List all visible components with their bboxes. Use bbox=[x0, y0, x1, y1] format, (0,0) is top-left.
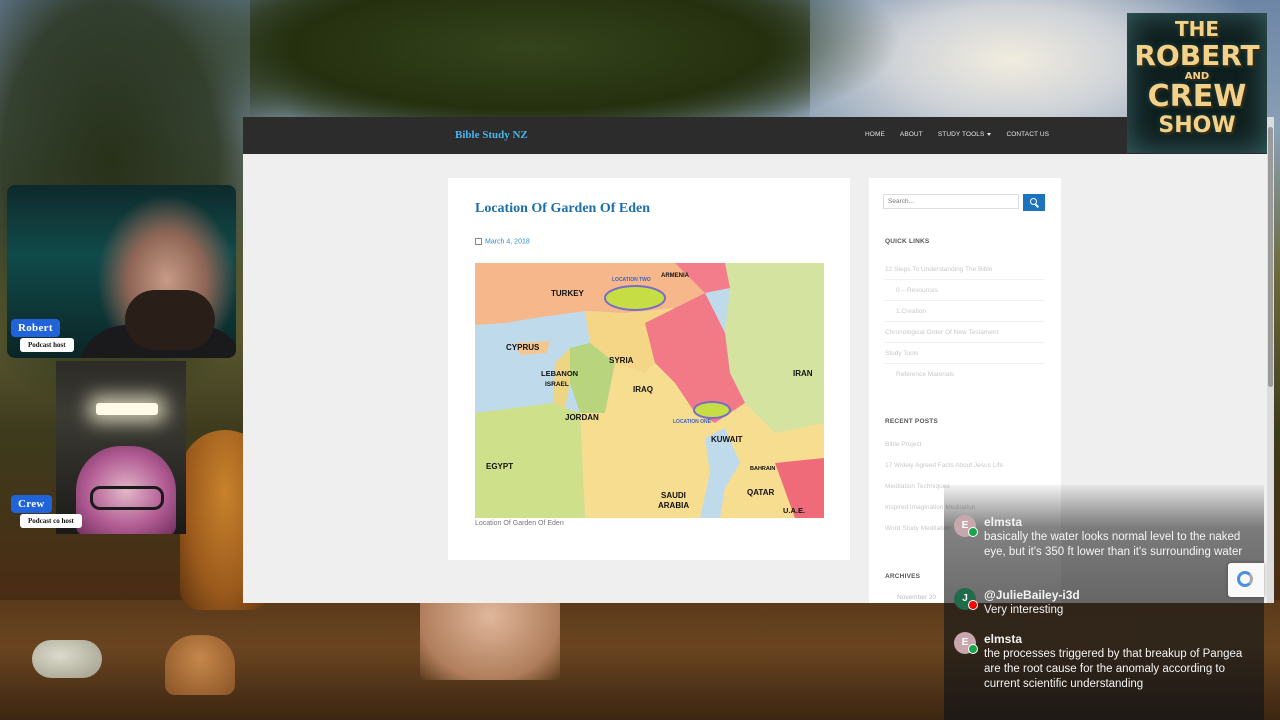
divider bbox=[885, 342, 1045, 343]
map-label-uae: U.A.E. bbox=[783, 506, 806, 515]
cohost-glasses bbox=[90, 486, 164, 510]
show-logo: THE ROBERT AND CREW SHOW bbox=[1127, 13, 1267, 153]
webcam-crew bbox=[56, 361, 186, 534]
recaptcha-badge[interactable] bbox=[1228, 563, 1264, 597]
nav-study-tools-label: STUDY TOOLS bbox=[937, 131, 985, 138]
map-label-bahrain: BAHRAIN bbox=[750, 466, 776, 472]
quick-links-heading: QUICK LINKS bbox=[885, 238, 930, 245]
map-label-location-one: LOCATION ONE bbox=[673, 419, 711, 425]
caret-down-icon bbox=[987, 132, 992, 136]
scrollbar-thumb[interactable] bbox=[1268, 127, 1273, 387]
map-label-syria: SYRIA bbox=[609, 356, 634, 365]
lamb-figure bbox=[32, 640, 102, 678]
recaptcha-icon bbox=[1237, 571, 1253, 587]
map-label-armenia: ARMENIA bbox=[661, 273, 689, 279]
cohost-name-tag: Crew bbox=[11, 495, 52, 513]
divider bbox=[885, 279, 1045, 280]
host-beard bbox=[125, 290, 215, 350]
map-label-lebanon: LEBANON bbox=[541, 369, 579, 378]
cohost-role-tag: Podcast co host bbox=[20, 514, 82, 528]
chat-text: Very interesting bbox=[984, 604, 1064, 616]
map-label-egypt: EGYPT bbox=[486, 462, 514, 471]
map-label-kuwait: KUWAIT bbox=[711, 435, 743, 444]
logo-text-robert: ROBERT bbox=[1134, 39, 1260, 72]
human-figure bbox=[420, 600, 560, 680]
recent-post-link[interactable]: Word Study Meditation bbox=[885, 525, 951, 532]
search-icon-handle bbox=[1034, 204, 1039, 208]
divider bbox=[885, 321, 1045, 322]
post-date[interactable]: March 4, 2018 bbox=[475, 238, 530, 245]
quick-link[interactable]: Chronological Order Of New Testament bbox=[885, 329, 998, 336]
chat-author: elmsta bbox=[984, 515, 1023, 529]
nav-menu: HOME ABOUT STUDY TOOLS CONTACT US bbox=[865, 131, 1049, 138]
chat-text: the processes triggered by that breakup … bbox=[984, 648, 1243, 690]
youtube-badge-icon bbox=[968, 600, 978, 610]
host-role-tag: Podcast host bbox=[20, 338, 74, 352]
page-scrollbar[interactable] bbox=[1267, 117, 1274, 603]
platform-badge-icon bbox=[968, 644, 978, 654]
nav-home[interactable]: HOME bbox=[865, 131, 885, 138]
recent-post-link[interactable]: Meditation Techniques bbox=[885, 483, 950, 490]
map-label-iran: IRAN bbox=[793, 369, 813, 378]
eden-map-image[interactable]: TURKEY ARMENIA LOCATION TWO CYPRUS SYRIA… bbox=[475, 263, 824, 518]
recent-post-link[interactable]: Bible Project bbox=[885, 441, 922, 448]
map-label-iraq: IRAQ bbox=[633, 385, 653, 394]
divider bbox=[885, 300, 1045, 301]
nav-contact[interactable]: CONTACT US bbox=[1006, 131, 1049, 138]
quick-link[interactable]: 1.Creation bbox=[896, 308, 926, 315]
map-label-arabia: ARABIA bbox=[658, 501, 690, 510]
post-card: Location Of Garden Of Eden March 4, 2018 bbox=[448, 178, 850, 560]
quick-link[interactable]: Reference Materials bbox=[896, 371, 954, 378]
search-input[interactable] bbox=[883, 194, 1019, 209]
divider bbox=[885, 363, 1045, 364]
recent-posts-heading: RECENT POSTS bbox=[885, 418, 938, 425]
map-caption: Location Of Garden Of Eden bbox=[475, 520, 564, 527]
post-date-text: March 4, 2018 bbox=[485, 238, 530, 246]
fawn-figure bbox=[165, 635, 235, 695]
logo-text-show: SHOW bbox=[1158, 113, 1236, 138]
platform-badge-icon bbox=[968, 527, 978, 537]
map-label-turkey: TURKEY bbox=[551, 289, 584, 298]
map-label-israel: ISRAEL bbox=[545, 381, 569, 388]
site-navbar: Bible Study NZ HOME ABOUT STUDY TOOLS CO… bbox=[243, 117, 1274, 154]
quick-link[interactable]: 0 – Resources bbox=[896, 287, 938, 294]
live-chat-overlay: E elmsta basically the water looks norma… bbox=[944, 485, 1264, 720]
chat-author: elmsta bbox=[984, 632, 1023, 646]
site-brand-link[interactable]: Bible Study NZ bbox=[455, 129, 528, 141]
map-label-qatar: QATAR bbox=[747, 488, 775, 497]
calendar-icon bbox=[475, 238, 482, 245]
host-name-tag: Robert bbox=[11, 319, 60, 337]
chat-author: @JulieBailey-i3d bbox=[984, 588, 1080, 602]
archive-link[interactable]: November 20 bbox=[897, 594, 936, 601]
logo-text-the: THE bbox=[1174, 17, 1220, 41]
map-label-location-two: LOCATION TWO bbox=[612, 277, 651, 283]
quick-link[interactable]: Study Tools bbox=[885, 350, 918, 357]
map-label-jordan: JORDAN bbox=[565, 413, 599, 422]
logo-text-crew: CREW bbox=[1147, 79, 1247, 114]
nav-about[interactable]: ABOUT bbox=[900, 131, 923, 138]
ceiling-light bbox=[96, 403, 158, 415]
archives-heading: ARCHIVES bbox=[885, 573, 921, 580]
map-label-cyprus: CYPRUS bbox=[506, 343, 540, 352]
nav-study-tools[interactable]: STUDY TOOLS bbox=[938, 131, 992, 138]
search-button[interactable] bbox=[1023, 194, 1045, 211]
map-label-saudi: SAUDI bbox=[661, 491, 686, 500]
recent-post-link[interactable]: 17 Widely Agreed Facts About Jesus Life bbox=[885, 462, 1003, 469]
tree-canopy bbox=[250, 0, 810, 120]
chat-text: basically the water looks normal level t… bbox=[984, 531, 1243, 558]
quick-link[interactable]: 12 Steps To Understanding The Bible bbox=[885, 266, 992, 273]
post-title[interactable]: Location Of Garden Of Eden bbox=[475, 201, 650, 217]
